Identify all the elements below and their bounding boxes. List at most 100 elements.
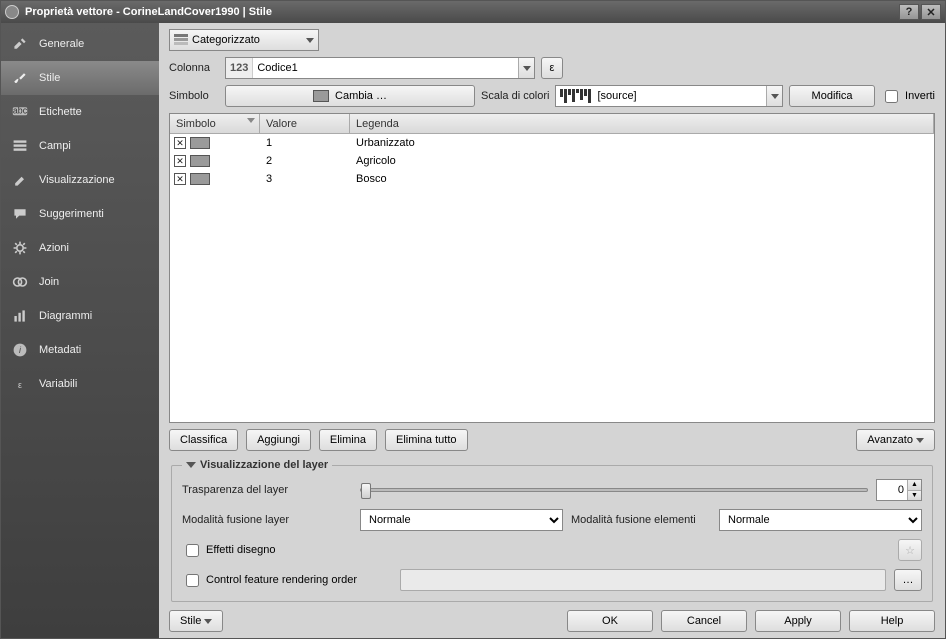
sidebar-item-metadata[interactable]: i Metadati [1, 333, 159, 367]
cell-legend: Bosco [350, 173, 934, 185]
cell-legend: Urbanizzato [350, 137, 934, 149]
transparency-spinbox[interactable]: ▲▼ [876, 479, 922, 501]
sidebar-item-diagrams[interactable]: Diagrammi [1, 299, 159, 333]
blend-feature-combo[interactable]: Normale [719, 509, 922, 531]
invert-checkbox[interactable]: Inverti [881, 87, 935, 106]
symbol-change-label: Cambia … [335, 90, 387, 102]
abc-icon: abc [9, 103, 31, 121]
sidebar-item-labels[interactable]: abc Etichette [1, 95, 159, 129]
classify-button[interactable]: Classifica [169, 429, 238, 451]
row-check-icon[interactable] [174, 155, 186, 167]
row-check-icon[interactable] [174, 173, 186, 185]
column-type-tag: 123 [226, 58, 253, 78]
rendering-order-field [400, 569, 886, 591]
blend-layer-label: Modalità fusione layer [182, 514, 352, 526]
chevron-down-icon[interactable] [518, 58, 534, 78]
categorized-icon [174, 34, 188, 46]
epsilon-icon: ε [9, 375, 31, 393]
sidebar-item-actions[interactable]: Azioni [1, 231, 159, 265]
sidebar-item-label: Campi [39, 140, 71, 152]
blend-layer-combo[interactable]: Normale [360, 509, 563, 531]
cell-value: 1 [260, 137, 350, 149]
sidebar-item-rendering[interactable]: Visualizzazione [1, 163, 159, 197]
delete-button[interactable]: Elimina [319, 429, 377, 451]
sidebar-item-fields[interactable]: Campi [1, 129, 159, 163]
expression-button[interactable]: ε [541, 57, 563, 79]
sidebar-item-join[interactable]: Join [1, 265, 159, 299]
sort-icon [247, 118, 255, 123]
invert-label: Inverti [905, 90, 935, 102]
row-swatch-icon [190, 155, 210, 167]
table-row[interactable]: 2 Agricolo [170, 152, 934, 170]
window: Proprietà vettore - CorineLandCover1990 … [0, 0, 946, 639]
column-input[interactable] [253, 58, 518, 78]
slider-thumb[interactable] [361, 483, 371, 499]
row-swatch-icon [190, 173, 210, 185]
sidebar-item-label: Etichette [39, 106, 82, 118]
help-button[interactable]: ? [899, 4, 919, 20]
apply-button[interactable]: Apply [755, 610, 841, 632]
renderer-combo[interactable]: Categorizzato [169, 29, 319, 51]
sidebar-item-label: Azioni [39, 242, 69, 254]
dialog-footer: Stile OK Cancel Apply Help [169, 602, 935, 632]
color-ramp-value: [source] [597, 90, 636, 102]
sidebar-item-label: Join [39, 276, 59, 288]
chevron-down-icon[interactable] [766, 86, 782, 106]
sidebar-item-general[interactable]: Generale [1, 27, 159, 61]
transparency-input[interactable] [877, 480, 907, 500]
transparency-slider[interactable] [360, 488, 868, 492]
color-ramp-combo[interactable]: [source] [555, 85, 783, 107]
close-button[interactable]: ✕ [921, 4, 941, 20]
symbol-label: Simbolo [169, 90, 219, 102]
main-panel: Categorizzato Colonna 123 ε Simbolo [159, 23, 945, 638]
sidebar-item-label: Visualizzazione [39, 174, 115, 186]
brush-icon [9, 69, 31, 87]
chevron-down-icon [916, 438, 924, 443]
column-label: Colonna [169, 62, 219, 74]
advanced-button[interactable]: Avanzato [856, 429, 935, 451]
paint-icon [9, 171, 31, 189]
spin-down[interactable]: ▼ [908, 491, 921, 501]
draw-effects-input[interactable] [186, 544, 199, 557]
help-button[interactable]: Help [849, 610, 935, 632]
cancel-button[interactable]: Cancel [661, 610, 747, 632]
speech-icon [9, 205, 31, 223]
draw-effects-checkbox[interactable]: Effetti disegno [182, 541, 276, 560]
fields-icon [9, 137, 31, 155]
sidebar-item-tips[interactable]: Suggerimenti [1, 197, 159, 231]
chart-icon [9, 307, 31, 325]
sidebar-item-variables[interactable]: ε Variabili [1, 367, 159, 401]
rendering-order-checkbox[interactable]: Control feature rendering order [182, 571, 392, 590]
th-legend[interactable]: Legenda [350, 114, 934, 133]
sidebar-item-label: Diagrammi [39, 310, 92, 322]
layer-rendering-group: Visualizzazione del layer Trasparenza de… [171, 459, 933, 602]
category-table[interactable]: Simbolo Valore Legenda 1 Urbanizzato 2 A… [169, 113, 935, 423]
column-combo[interactable]: 123 [225, 57, 535, 79]
spin-up[interactable]: ▲ [908, 480, 921, 491]
rendering-order-label: Control feature rendering order [206, 574, 357, 586]
row-check-icon[interactable] [174, 137, 186, 149]
effects-config-button[interactable]: ☆ [898, 539, 922, 561]
invert-checkbox-input[interactable] [885, 90, 898, 103]
table-row[interactable]: 3 Bosco [170, 170, 934, 188]
symbol-change-button[interactable]: Cambia … [225, 85, 475, 107]
titlebar: Proprietà vettore - CorineLandCover1990 … [1, 1, 945, 23]
modify-ramp-button[interactable]: Modifica [789, 85, 875, 107]
blend-feature-label: Modalità fusione elementi [571, 514, 711, 526]
th-value[interactable]: Valore [260, 114, 350, 133]
table-row[interactable]: 1 Urbanizzato [170, 134, 934, 152]
ok-button[interactable]: OK [567, 610, 653, 632]
ellipsis-icon: … [903, 574, 914, 586]
sidebar-item-label: Generale [39, 38, 84, 50]
chevron-down-icon [186, 462, 196, 468]
add-button[interactable]: Aggiungi [246, 429, 311, 451]
th-symbol[interactable]: Simbolo [170, 114, 260, 133]
sidebar-item-style[interactable]: Stile [1, 61, 159, 95]
delete-all-button[interactable]: Elimina tutto [385, 429, 468, 451]
style-menu-button[interactable]: Stile [169, 610, 223, 632]
layer-rendering-toggle[interactable]: Visualizzazione del layer [182, 459, 332, 471]
sidebar-item-label: Stile [39, 72, 60, 84]
join-icon [9, 273, 31, 291]
rendering-order-config-button[interactable]: … [894, 569, 922, 591]
rendering-order-input[interactable] [186, 574, 199, 587]
